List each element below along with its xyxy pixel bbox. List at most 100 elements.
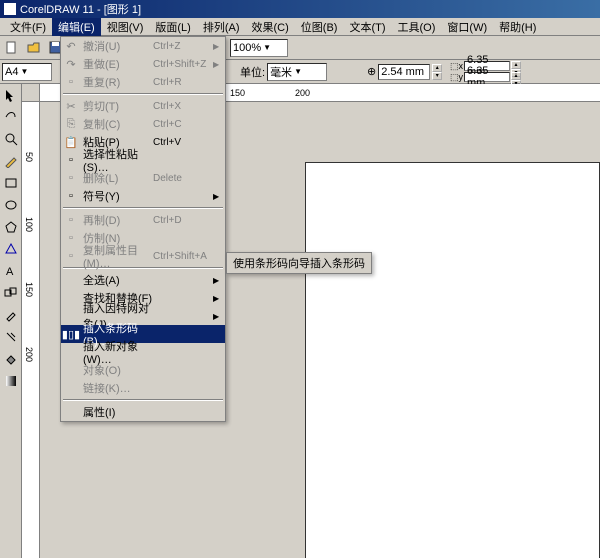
menu-window[interactable]: 窗口(W) xyxy=(441,18,493,36)
menu-shortcut: Ctrl+Z xyxy=(153,41,213,52)
nudge-spin[interactable]: ▴▾ xyxy=(432,64,442,80)
open-button[interactable] xyxy=(24,38,44,58)
pick-tool[interactable] xyxy=(1,85,21,105)
dropdown-arrow-icon: ▼ xyxy=(261,43,273,52)
zoom-tool[interactable] xyxy=(1,129,21,149)
rectangle-tool[interactable] xyxy=(1,173,21,193)
submenu-arrow-icon: ▶ xyxy=(213,42,225,51)
ellipse-tool[interactable] xyxy=(1,195,21,215)
submenu-arrow-icon: ▶ xyxy=(213,312,225,321)
pagesize-value: A4 xyxy=(5,66,18,78)
menu-tools[interactable]: 工具(O) xyxy=(392,18,442,36)
menu-item[interactable]: ▫符号(Y)▶ xyxy=(61,187,225,205)
outline-tool[interactable] xyxy=(1,327,21,347)
zoom-combo[interactable]: 100% ▼ xyxy=(230,39,288,57)
ruler-origin[interactable] xyxy=(22,84,40,102)
menu-label: 对象(O) xyxy=(81,362,153,378)
menu-view[interactable]: 视图(V) xyxy=(101,18,150,36)
menu-item[interactable]: ▫选择性粘贴(S)… xyxy=(61,151,225,169)
menu-item: ⎘复制(C)Ctrl+C xyxy=(61,115,225,133)
bucket-icon xyxy=(4,352,18,366)
nudge-icon: ⊕ xyxy=(367,65,376,78)
menu-label: 复制属性目(M)… xyxy=(81,242,153,270)
menu-label: 重做(E) xyxy=(81,56,153,72)
ruler-vertical[interactable]: 50 100 150 200 xyxy=(22,102,40,558)
new-icon xyxy=(5,41,19,55)
menu-item: ▫删除(L)Delete xyxy=(61,169,225,187)
menu-label: 删除(L) xyxy=(81,170,153,186)
unit-label: 单位: xyxy=(240,64,265,80)
pen-icon xyxy=(4,330,18,344)
delete-icon: ▫ xyxy=(61,172,81,184)
dupy-spin[interactable]: ▴▾ xyxy=(511,72,521,82)
fill-tool[interactable] xyxy=(1,349,21,369)
menu-arrange[interactable]: 排列(A) xyxy=(197,18,246,36)
menu-item: ▫重复(R)Ctrl+R xyxy=(61,73,225,91)
menu-shortcut: Ctrl+C xyxy=(153,119,213,130)
menu-divider xyxy=(63,207,223,209)
menu-item[interactable]: 插入新对象(W)… xyxy=(61,343,225,361)
menu-label: 再制(D) xyxy=(81,212,153,228)
paste-icon: 📋 xyxy=(61,136,81,149)
shape-tool[interactable] xyxy=(1,107,21,127)
menu-help[interactable]: 帮助(H) xyxy=(493,18,542,36)
standard-toolbar: 100% ▼ ↶撤消(U)Ctrl+Z▶↷重做(E)Ctrl+Shift+Z▶▫… xyxy=(0,36,600,60)
page[interactable] xyxy=(305,162,600,558)
interactive-fill-tool[interactable] xyxy=(1,371,21,391)
zoom-value: 100% xyxy=(233,42,261,54)
pagesize-combo[interactable]: A4 ▼ xyxy=(2,63,52,81)
menu-item[interactable]: 全选(A)▶ xyxy=(61,271,225,289)
open-icon xyxy=(27,41,41,55)
menu-file[interactable]: 文件(F) xyxy=(4,18,52,36)
eyedropper-tool[interactable] xyxy=(1,305,21,325)
text-icon: A xyxy=(4,264,18,278)
unit-combo[interactable]: 毫米 ▼ xyxy=(267,63,327,81)
ellipse-icon xyxy=(4,198,18,212)
menu-item[interactable]: 属性(I) xyxy=(61,403,225,421)
menu-shortcut: Delete xyxy=(153,173,213,184)
menu-label: 链接(K)… xyxy=(81,380,153,396)
polygon-tool[interactable] xyxy=(1,217,21,237)
window-title: CorelDRAW 11 - [图形 1] xyxy=(20,1,141,17)
dupy-icon: ⬚y xyxy=(450,72,463,83)
basicshapes-tool[interactable] xyxy=(1,239,21,259)
barcode-icon: ▮▯▮ xyxy=(61,328,81,341)
svg-text:A: A xyxy=(6,266,14,278)
pastespecial-icon: ▫ xyxy=(61,154,81,166)
menu-effects[interactable]: 效果(C) xyxy=(246,18,295,36)
submenu-arrow-icon: ▶ xyxy=(213,294,225,303)
menu-edit[interactable]: 编辑(E) xyxy=(52,18,101,36)
copyprops-icon: ▫ xyxy=(61,250,81,262)
text-tool[interactable]: A xyxy=(1,261,21,281)
menu-shortcut: Ctrl+X xyxy=(153,101,213,112)
menu-item: 对象(O) xyxy=(61,361,225,379)
titlebar: CorelDRAW 11 - [图形 1] xyxy=(0,0,600,18)
menu-label: 撤消(U) xyxy=(81,38,153,54)
menu-shortcut: Ctrl+D xyxy=(153,215,213,226)
menu-label: 复制(C) xyxy=(81,116,153,132)
submenu-item[interactable]: 使用条形码向导插入条形码 xyxy=(229,255,369,271)
dupx-spin[interactable]: ▴▾ xyxy=(511,61,521,71)
zoom-icon xyxy=(4,132,18,146)
app-icon xyxy=(4,3,16,15)
undo-icon: ↶ xyxy=(61,40,81,53)
menu-divider xyxy=(63,399,223,401)
menu-label: 属性(I) xyxy=(81,404,153,420)
nudge-field[interactable]: 2.54 mm xyxy=(378,64,430,80)
new-button[interactable] xyxy=(2,38,22,58)
submenu-arrow-icon: ▶ xyxy=(213,192,225,201)
rect-icon xyxy=(4,176,18,190)
edit-menu-dropdown: ↶撤消(U)Ctrl+Z▶↷重做(E)Ctrl+Shift+Z▶▫重复(R)Ct… xyxy=(60,36,226,422)
menu-item: 链接(K)… xyxy=(61,379,225,397)
menu-text[interactable]: 文本(T) xyxy=(343,18,391,36)
menu-bitmap[interactable]: 位图(B) xyxy=(295,18,344,36)
menu-layout[interactable]: 版面(L) xyxy=(149,18,196,36)
duplicate-icon: ▫ xyxy=(61,214,81,226)
submenu-arrow-icon: ▶ xyxy=(213,60,225,69)
clone-icon: ▫ xyxy=(61,232,81,244)
blend-tool[interactable] xyxy=(1,283,21,303)
freehand-tool[interactable] xyxy=(1,151,21,171)
dupy-field[interactable]: 6.35 mm xyxy=(464,72,510,82)
arrow-icon xyxy=(4,88,18,102)
unit-value: 毫米 xyxy=(270,64,292,80)
